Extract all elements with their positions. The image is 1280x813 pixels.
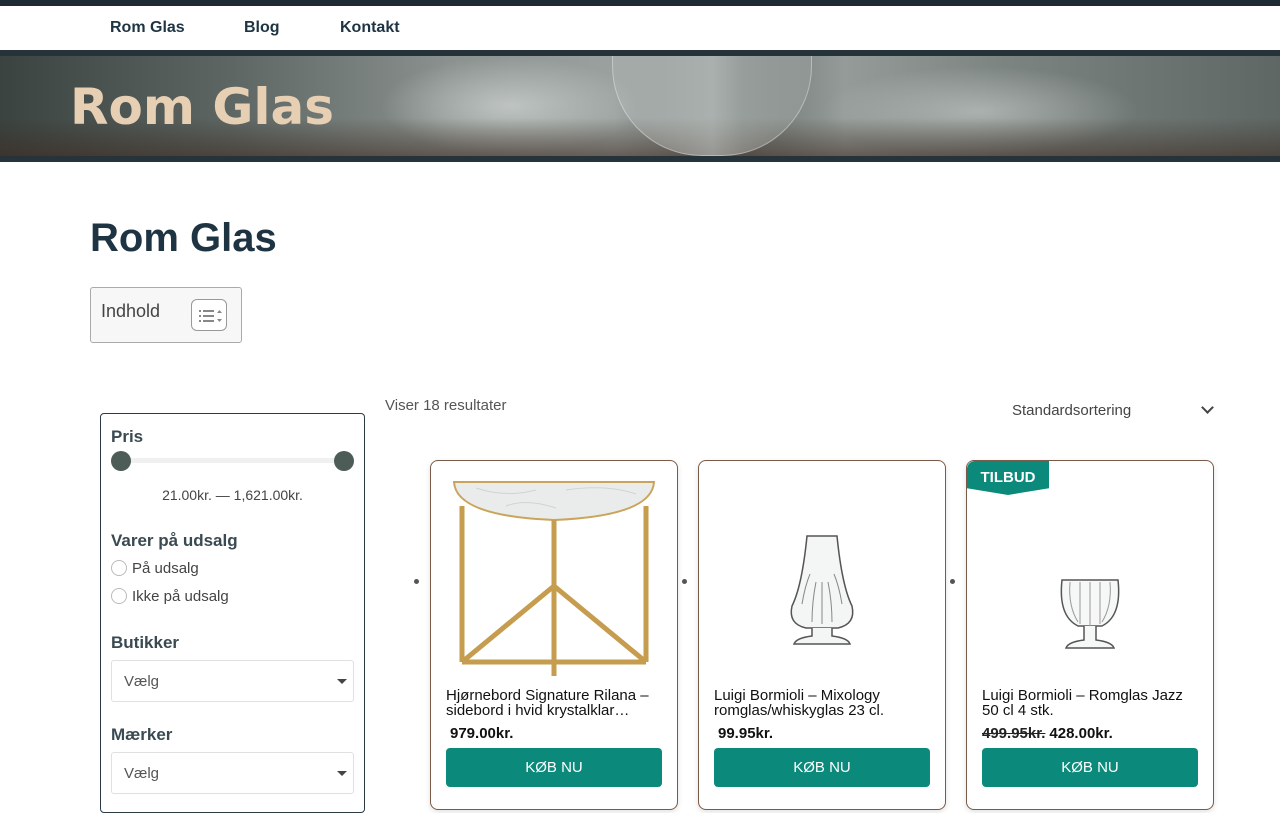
product-name[interactable]: Luigi Bormioli – Romglas Jazz 50 cl 4 st… [982,688,1202,718]
product-current-price: 428.00kr. [1049,725,1113,742]
product-image-jazz-glass[interactable] [982,476,1198,676]
product-card: Hjørnebord Signature Rilana – sidebord i… [430,460,678,810]
brands-select[interactable]: Vælg [111,752,354,794]
product-card: TILBUD Luigi Bormioli – Romglas Jazz 50 … [966,460,1214,810]
list-bullet [682,579,687,584]
product-name[interactable]: Luigi Bormioli – Mixology romglas/whisky… [714,688,934,718]
sort-select-value: Standardsortering [1012,402,1132,419]
on-sale-label[interactable]: På udsalg [132,560,199,577]
list-bullet [950,579,955,584]
caret-down-icon [337,679,347,684]
nav-link-blog[interactable]: Blog [244,19,280,37]
brands-filter-heading: Mærker [111,725,173,744]
buy-now-button[interactable]: KØB NU [982,748,1198,787]
buy-now-button[interactable]: KØB NU [714,748,930,787]
product-image-side-table[interactable] [446,476,662,676]
chevron-down-icon [1201,401,1214,414]
product-price: 99.95kr. [714,725,773,742]
sale-filter-heading: Varer på udsalg [111,531,238,550]
product-name-line[interactable]: Luigi Bormioli – Romglas Jazz [982,688,1202,703]
toc-label: Indhold [101,301,161,321]
product-name-line[interactable]: sidebord i hvid krystalklar… [446,703,666,718]
product-image-mixology-glass[interactable] [714,476,930,676]
product-current-price: 979.00kr. [450,725,514,742]
product-old-price: 499.95kr. [982,725,1046,742]
price-slider-track[interactable] [121,458,344,463]
page-title: Rom Glas [90,216,277,260]
caret-down-icon [337,771,347,776]
table-of-contents: Indhold [90,287,242,343]
product-name-line[interactable]: romglas/whiskyglas 23 cl. [714,703,934,718]
hero-title: Rom Glas [70,78,335,136]
nav-link-kontakt[interactable]: Kontakt [340,19,400,37]
sort-select[interactable]: Standardsortering [1000,394,1220,426]
product-name-line[interactable]: Luigi Bormioli – Mixology [714,688,934,703]
product-price: 979.00kr. [446,725,513,742]
product-price: 499.95kr. 428.00kr. [982,725,1113,742]
not-on-sale-radio[interactable] [111,588,127,604]
toc-toggle-button[interactable] [191,299,227,331]
product-name[interactable]: Hjørnebord Signature Rilana – sidebord i… [446,688,666,718]
price-filter-heading: Pris [111,427,144,446]
results-count: Viser 18 resultater [385,397,507,414]
buy-now-button[interactable]: KØB NU [446,748,662,787]
stores-select-value: Vælg [124,673,160,690]
on-sale-radio[interactable] [111,560,127,576]
price-range-text: 21.00kr. — 1,621.00kr. [162,487,303,503]
main-navigation: Rom Glas Blog Kontakt [0,6,1280,50]
stores-filter-heading: Butikker [111,633,180,652]
price-slider-max-handle[interactable] [334,451,354,471]
list-bullet [414,579,419,584]
product-name-line[interactable]: 50 cl 4 stk. [982,703,1202,718]
brands-select-value: Vælg [124,765,160,782]
not-on-sale-label[interactable]: Ikke på udsalg [132,588,229,605]
list-icon [199,310,222,322]
price-slider-min-handle[interactable] [111,451,131,471]
product-name-line[interactable]: Hjørnebord Signature Rilana – [446,688,666,703]
stores-select[interactable]: Vælg [111,660,354,702]
nav-link-rom-glas[interactable]: Rom Glas [110,19,185,37]
product-current-price: 99.95kr. [718,725,774,742]
hero-banner: Rom Glas [0,50,1280,162]
product-card: Luigi Bormioli – Mixology romglas/whisky… [698,460,946,810]
